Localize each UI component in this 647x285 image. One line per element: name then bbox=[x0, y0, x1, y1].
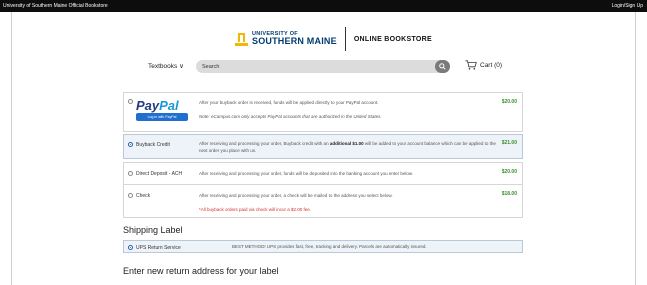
buyback-credit-radio[interactable] bbox=[128, 142, 133, 147]
direct-deposit-label: Direct Deposit - ACH bbox=[136, 171, 183, 177]
paypal-logo-b: Pal bbox=[159, 98, 179, 113]
check-amount: $18.00 bbox=[501, 191, 517, 197]
logo-divider bbox=[344, 27, 346, 51]
buyback-desc-part-a: After receiving and processing your orde… bbox=[199, 141, 330, 146]
cart-link[interactable]: Cart (0) bbox=[465, 60, 502, 70]
paypal-description: After your buyback order is received, fu… bbox=[199, 100, 379, 105]
ups-description: BEST METHOD! UPS provides fast, free, tr… bbox=[232, 244, 427, 249]
payment-option-paypal[interactable]: PayPal Log in with PayPal After your buy… bbox=[123, 92, 523, 132]
payment-option-buyback-credit[interactable]: Buyback Credit After receiving and proce… bbox=[123, 134, 523, 159]
check-radio[interactable] bbox=[128, 193, 133, 198]
search-icon bbox=[439, 63, 446, 70]
ups-label: UPS Return Service bbox=[136, 245, 181, 251]
university-logo-icon bbox=[235, 32, 248, 46]
paypal-radio[interactable] bbox=[128, 99, 133, 104]
search-button[interactable] bbox=[435, 60, 450, 73]
search-input[interactable]: Search bbox=[196, 60, 450, 73]
buyback-bonus: additional $1.00 bbox=[329, 141, 364, 146]
cart-icon bbox=[465, 60, 477, 70]
payment-option-check[interactable]: Check After receiving and processing you… bbox=[123, 184, 523, 218]
payment-option-direct-deposit[interactable]: Direct Deposit - ACH After receiving and… bbox=[123, 162, 523, 184]
direct-deposit-description: After receiving and processing your orde… bbox=[199, 171, 414, 176]
paypal-note: Note: eCampus.com only accepts PayPal ac… bbox=[199, 114, 382, 119]
university-wordmark: UNIVERSITY OF SOUTHERN MAINE bbox=[252, 31, 337, 47]
ups-radio[interactable] bbox=[128, 245, 133, 250]
store-name: ONLINE BOOKSTORE bbox=[353, 35, 432, 43]
top-bar: University of Southern Maine Official Bo… bbox=[0, 0, 647, 12]
site-logo[interactable]: UNIVERSITY OF SOUTHERN MAINE ONLINE BOOK… bbox=[235, 26, 432, 52]
logo-line-2: SOUTHERN MAINE bbox=[252, 36, 337, 47]
shipping-label-heading: Shipping Label bbox=[123, 225, 183, 235]
search-placeholder: Search bbox=[202, 63, 220, 70]
check-fee-warning: *All buyback orders paid via check will … bbox=[199, 207, 312, 212]
textbooks-menu[interactable]: Textbooks ∨ bbox=[148, 62, 184, 70]
shipping-option-ups[interactable]: UPS Return Service BEST METHOD! UPS prov… bbox=[123, 240, 523, 253]
paypal-amount: $20.00 bbox=[501, 99, 517, 105]
check-description: After receiving and processing your orde… bbox=[199, 193, 393, 198]
cart-label: Cart (0) bbox=[480, 61, 503, 69]
return-address-heading: Enter new return address for your label bbox=[123, 266, 279, 276]
bookstore-name: University of Southern Maine Official Bo… bbox=[3, 3, 108, 9]
direct-deposit-amount: $20.00 bbox=[501, 169, 517, 175]
paypal-logo: PayPal bbox=[136, 98, 179, 113]
check-label: Check bbox=[136, 193, 151, 199]
paypal-login-button[interactable]: Log in with PayPal bbox=[136, 113, 188, 121]
buyback-credit-description: After receiving and processing your orde… bbox=[199, 141, 504, 154]
buyback-credit-amount: $21.00 bbox=[501, 140, 517, 146]
paypal-logo-a: Pay bbox=[136, 98, 160, 113]
login-signup-link[interactable]: Login/Sign Up bbox=[612, 3, 643, 9]
direct-deposit-radio[interactable] bbox=[128, 171, 133, 176]
buyback-credit-label: Buyback Credit bbox=[136, 142, 170, 148]
